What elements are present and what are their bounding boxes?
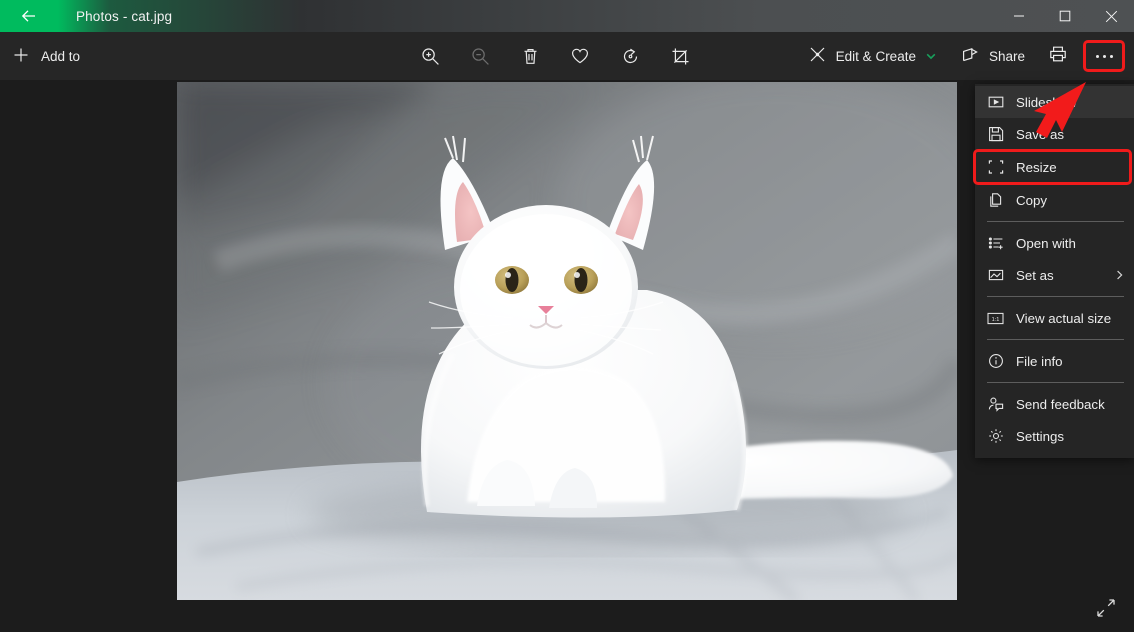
menu-item-label: Copy [1016, 193, 1047, 208]
window-title: Photos - cat.jpg [76, 9, 172, 24]
more-options-menu: Slideshow Save as Resize Copy [975, 84, 1134, 458]
menu-item-label: Settings [1016, 429, 1064, 444]
settings-gear-icon [987, 428, 1004, 445]
more-options-icon [1096, 55, 1113, 58]
menu-item-open-with[interactable]: Open with [975, 227, 1134, 259]
menu-separator [987, 382, 1124, 383]
edit-and-create-label: Edit & Create [836, 49, 916, 64]
menu-separator [987, 296, 1124, 297]
feedback-icon [987, 396, 1004, 413]
menu-item-send-feedback[interactable]: Send feedback [975, 388, 1134, 420]
menu-item-set-as[interactable]: Set as [975, 259, 1134, 291]
menu-item-resize[interactable]: Resize [975, 151, 1130, 183]
svg-text:1:1: 1:1 [992, 317, 1000, 323]
cat-photo[interactable] [177, 82, 957, 600]
menu-item-save-as[interactable]: Save as [975, 118, 1134, 150]
crop-icon[interactable] [668, 44, 692, 68]
edit-create-icon [808, 45, 827, 67]
more-options-button[interactable] [1083, 40, 1125, 72]
menu-item-label: Send feedback [1016, 397, 1105, 412]
zoom-in-icon[interactable] [418, 44, 442, 68]
rotate-icon[interactable] [618, 44, 642, 68]
share-label: Share [989, 49, 1025, 64]
menu-item-label: Open with [1016, 236, 1076, 251]
info-icon [987, 353, 1004, 370]
menu-item-file-info[interactable]: File info [975, 345, 1134, 377]
add-to-label: Add to [41, 49, 80, 64]
menu-item-label: Save as [1016, 127, 1064, 142]
print-button[interactable] [1037, 32, 1079, 80]
menu-item-settings[interactable]: Settings [975, 420, 1134, 452]
save-icon [987, 126, 1004, 143]
menu-separator [987, 221, 1124, 222]
share-button[interactable]: Share [947, 32, 1037, 80]
print-icon [1048, 44, 1068, 69]
close-button[interactable] [1088, 0, 1134, 32]
image-tools-group [418, 32, 692, 80]
back-button[interactable] [0, 0, 58, 32]
menu-item-slideshow[interactable]: Slideshow [975, 86, 1134, 118]
resize-icon [987, 159, 1004, 176]
delete-icon[interactable] [518, 44, 542, 68]
share-icon [961, 45, 980, 67]
edit-and-create-button[interactable]: Edit & Create [798, 32, 947, 80]
menu-item-label: Set as [1016, 268, 1054, 283]
chevron-right-icon [1114, 270, 1125, 281]
actual-size-icon: 1:1 [987, 310, 1004, 327]
photo-canvas [0, 80, 1134, 632]
minimize-button[interactable] [996, 0, 1042, 32]
copy-icon [987, 192, 1004, 209]
add-to-button[interactable]: Add to [0, 32, 80, 80]
maximize-button[interactable] [1042, 0, 1088, 32]
enter-fullscreen-icon[interactable] [1086, 588, 1126, 628]
window-title-bar: Photos - cat.jpg [0, 0, 1134, 32]
slideshow-icon [987, 94, 1004, 111]
right-tools-group: Edit & Create Share [798, 32, 1134, 80]
set-as-icon [987, 267, 1004, 284]
open-with-icon [987, 235, 1004, 252]
menu-item-label: File info [1016, 354, 1063, 369]
menu-item-label: Slideshow [1016, 95, 1077, 110]
zoom-out-icon[interactable] [468, 44, 492, 68]
menu-item-copy[interactable]: Copy [975, 184, 1134, 216]
menu-item-label: View actual size [1016, 311, 1111, 326]
menu-item-view-actual-size[interactable]: 1:1 View actual size [975, 302, 1134, 334]
cat-photo-illustration [177, 82, 957, 600]
favorite-icon[interactable] [568, 44, 592, 68]
chevron-down-icon [925, 50, 937, 62]
menu-item-label: Resize [1016, 160, 1057, 175]
plus-icon [12, 46, 30, 67]
menu-separator [987, 339, 1124, 340]
